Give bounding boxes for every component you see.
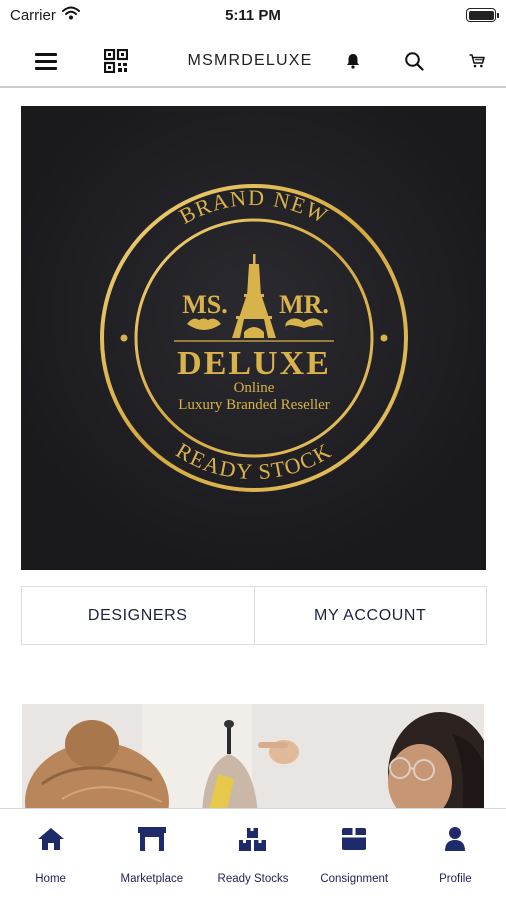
carrier-label: Carrier (10, 6, 56, 24)
deluxe-label: DELUXE (177, 345, 331, 382)
search-icon[interactable] (398, 34, 430, 88)
hamburger-menu-icon[interactable] (28, 34, 64, 88)
tab-label: Home (35, 873, 66, 885)
marketplace-icon (137, 823, 167, 855)
tab-label: Profile (439, 873, 472, 885)
wifi-icon (61, 6, 80, 24)
qr-code-icon[interactable] (98, 34, 134, 88)
online-label: Online (234, 380, 275, 396)
home-icon (37, 823, 65, 855)
status-bar: Carrier 5:11 PM (0, 0, 506, 30)
boxes-icon (238, 823, 268, 855)
reseller-label: Luxury Branded Reseller (178, 397, 330, 413)
app-header: MSMRDELUXE (0, 34, 506, 88)
hero-brand-logo[interactable]: BRAND NEW READY STOCK MS. MR. DELUXE Onl… (21, 106, 486, 570)
box-icon (340, 823, 368, 855)
cart-icon[interactable] (462, 34, 492, 88)
tab-profile[interactable]: Profile (405, 809, 506, 900)
header-title: MSMRDELUXE (187, 52, 313, 69)
tab-home[interactable]: Home (0, 809, 101, 900)
ms-label: MS. (182, 290, 228, 319)
tab-ready-stocks[interactable]: Ready Stocks (202, 809, 303, 900)
my-account-button[interactable]: MY ACCOUNT (253, 587, 486, 644)
battery-icon (466, 8, 499, 22)
user-icon (444, 823, 466, 855)
mr-label: MR. (279, 290, 329, 319)
tab-label: Ready Stocks (217, 873, 289, 885)
bottom-tab-bar: Home Marketplace Ready Stocks Consignmen… (0, 808, 506, 900)
tab-consignment[interactable]: Consignment (304, 809, 405, 900)
bell-icon[interactable] (338, 34, 368, 88)
promo-photo[interactable] (22, 704, 484, 814)
tab-label: Consignment (320, 873, 389, 885)
tab-marketplace[interactable]: Marketplace (101, 809, 202, 900)
tab-label: Marketplace (120, 873, 184, 885)
designers-button[interactable]: DESIGNERS (22, 587, 254, 644)
quick-links: DESIGNERS MY ACCOUNT (21, 586, 487, 645)
